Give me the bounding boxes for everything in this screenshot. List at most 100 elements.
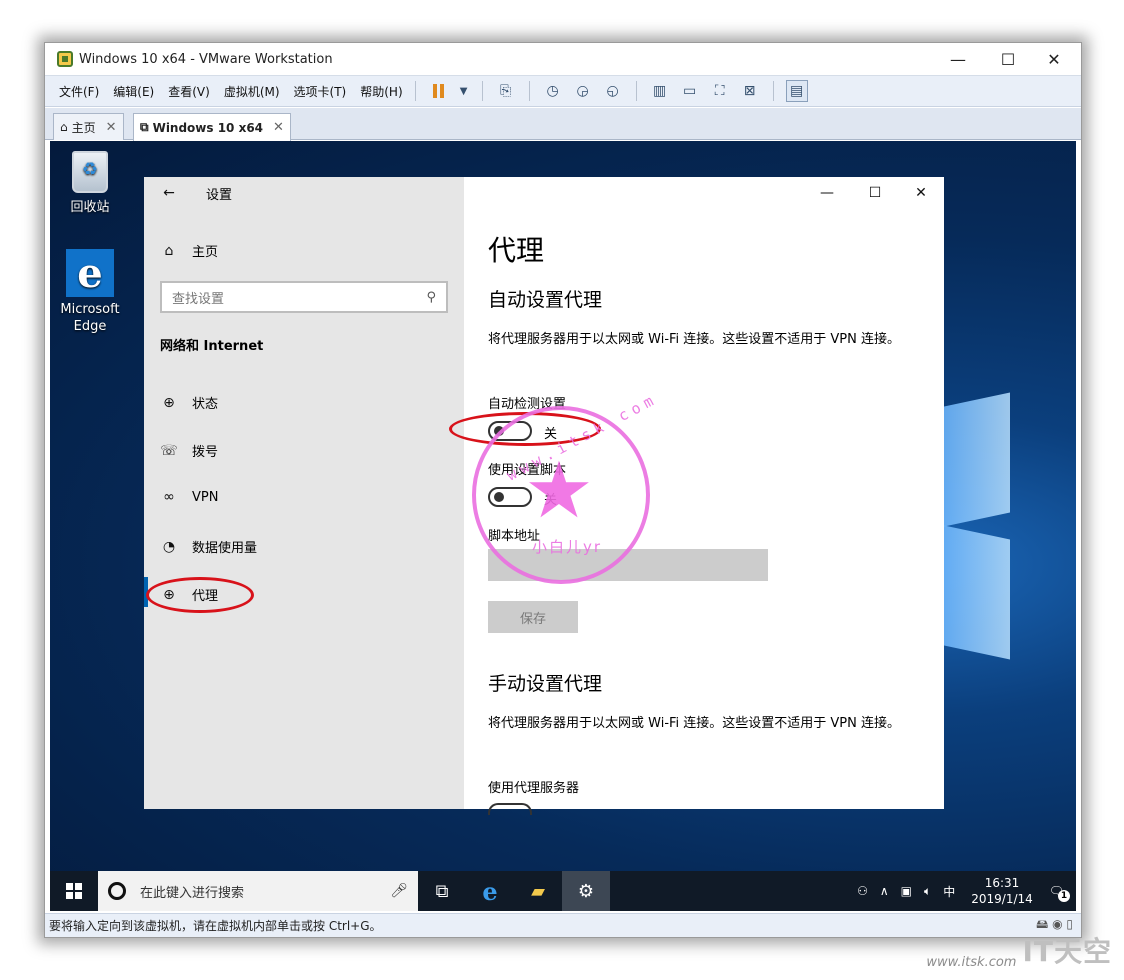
start-button[interactable] [50, 871, 98, 911]
nav-home[interactable]: ⌂ 主页 [160, 241, 219, 261]
pause-icon[interactable] [428, 80, 450, 102]
microphone-icon[interactable]: 🎤︎ [390, 883, 408, 899]
home-icon: ⌂ [164, 242, 174, 259]
snapshot-revert-icon[interactable]: ◶ [572, 80, 594, 102]
selection-indicator [144, 577, 148, 607]
people-icon[interactable]: ⚇ [857, 884, 868, 898]
script-address-label: 脚本地址 [488, 529, 541, 544]
auto-proxy-description: 将代理服务器用于以太网或 Wi-Fi 连接。这些设置不适用于 VPN 连接。 [488, 332, 901, 347]
tab-windows10[interactable]: ⧉ Windows 10 x64 ✕ [133, 113, 291, 141]
section-heading: 网络和 Internet [160, 339, 264, 354]
menu-file[interactable]: 文件(F) [59, 83, 99, 100]
use-script-state: 关 [544, 493, 558, 508]
vm-display[interactable]: 回收站 e Microsoft Edge ← 设置 ⌂ 主页 查找设置 ⚲ [50, 141, 1076, 911]
menu-tabs[interactable]: 选项卡(T) [294, 83, 347, 100]
nav-status[interactable]: ⊕ 状态 [160, 393, 218, 413]
tab-home-close-icon[interactable]: ✕ [106, 120, 117, 135]
toolbar-separator [772, 81, 774, 101]
watermark-brand: IT天空 [1022, 935, 1112, 968]
auto-detect-state: 关 [544, 427, 558, 442]
menu-edit[interactable]: 编辑(E) [113, 83, 154, 100]
nav-dialup-label: 拨号 [192, 445, 219, 460]
menu-view[interactable]: 查看(V) [168, 83, 210, 100]
search-placeholder: 查找设置 [172, 291, 225, 307]
clock-date: 2019/1/14 [971, 892, 1033, 906]
volume-icon[interactable]: 🔈︎ [924, 884, 931, 899]
unity-icon[interactable]: ⊠ [739, 80, 761, 102]
manual-proxy-header: 手动设置代理 [488, 673, 603, 695]
use-proxy-toggle[interactable] [488, 803, 532, 815]
toggle-knob [494, 492, 504, 502]
settings-minimize-button[interactable]: — [804, 177, 850, 209]
action-center-icon[interactable]: 🗨︎ 1 [1049, 884, 1070, 902]
ime-indicator[interactable]: 中 [943, 883, 955, 900]
vmware-app-icon [57, 51, 73, 67]
library-view-icon[interactable]: ▥ [649, 80, 671, 102]
use-proxy-label: 使用代理服务器 [488, 781, 580, 796]
recycle-bin-image [72, 151, 108, 193]
window-title: Windows 10 x64 - VMware Workstation [79, 51, 333, 67]
auto-proxy-header: 自动设置代理 [488, 289, 603, 311]
nav-proxy-label: 代理 [192, 589, 219, 604]
nav-vpn[interactable]: ∞ VPN [160, 489, 218, 505]
maximize-button[interactable]: ☐ [985, 43, 1031, 75]
nav-data-usage-label: 数据使用量 [192, 541, 258, 556]
edge-shortcut-icon[interactable]: e Microsoft Edge [50, 249, 130, 335]
snapshot-take-icon[interactable]: ◷ [542, 80, 564, 102]
toolbar-separator [414, 81, 416, 101]
settings-close-button[interactable]: ✕ [898, 177, 944, 209]
toolbar-separator [481, 81, 483, 101]
file-explorer-icon[interactable]: ▰ [514, 871, 562, 911]
taskbar-search-placeholder: 在此键入进行搜索 [140, 885, 245, 901]
clock[interactable]: 16:31 2019/1/14 [971, 875, 1033, 907]
use-script-toggle[interactable] [488, 487, 532, 507]
windows-logo-wallpaper [930, 381, 1076, 681]
tray-overflow-chevron-icon[interactable]: ∧ [880, 884, 889, 898]
tab-windows10-close-icon[interactable]: ✕ [273, 120, 284, 135]
vm-icon: ⧉ [140, 120, 149, 134]
windows-start-icon [66, 883, 82, 899]
settings-search-input[interactable]: 查找设置 ⚲ [160, 281, 448, 313]
settings-maximize-button[interactable]: ☐ [852, 177, 898, 209]
tab-home[interactable]: ⌂ 主页 ✕ [53, 113, 124, 140]
settings-title: 设置 [206, 187, 233, 203]
nav-vpn-label: VPN [192, 489, 219, 505]
settings-taskbar-icon[interactable]: ⚙ [562, 871, 610, 911]
network-icon[interactable]: ▣ [901, 884, 912, 898]
taskbar: 在此键入进行搜索 🎤︎ ⧉ e ▰ ⚙ ⚇ ∧ ▣ 🔈︎ 中 16:31 201… [50, 871, 1076, 911]
system-tray: ⚇ ∧ ▣ 🔈︎ 中 16:31 2019/1/14 🗨︎ 1 [851, 871, 1076, 911]
nav-home-label: 主页 [192, 245, 219, 260]
send-ctrl-alt-del-icon[interactable]: ⎘ [495, 80, 517, 102]
edge-logo-icon: e [66, 249, 114, 297]
save-button[interactable]: 保存 [488, 601, 578, 633]
minimize-button[interactable]: — [935, 43, 981, 75]
recycle-bin-icon[interactable]: 回收站 [50, 151, 130, 216]
home-icon: ⌂ [60, 120, 68, 134]
back-button[interactable]: ← 设置 [160, 185, 233, 203]
globe-icon: ⊕ [163, 586, 175, 603]
task-view-icon[interactable]: ⧉ [418, 871, 466, 911]
watermark-url: www.itsk.com [926, 955, 1017, 970]
settings-window: ← 设置 ⌂ 主页 查找设置 ⚲ 网络和 Internet ⊕ 状态 ☏ 拨号 … [144, 177, 944, 815]
nav-proxy[interactable]: ⊕ 代理 [160, 585, 219, 605]
snapshot-manager-icon[interactable]: ◵ [602, 80, 624, 102]
vmware-window: Windows 10 x64 - VMware Workstation — ☐ … [44, 42, 1082, 938]
close-button[interactable]: ✕ [1031, 43, 1077, 75]
nav-dialup[interactable]: ☏ 拨号 [160, 441, 219, 461]
nav-data-usage[interactable]: ◔ 数据使用量 [160, 537, 258, 557]
script-address-input[interactable] [488, 549, 768, 581]
manual-proxy-description: 将代理服务器用于以太网或 Wi-Fi 连接。这些设置不适用于 VPN 连接。 [488, 716, 901, 731]
console-view-icon[interactable]: ▤ [785, 80, 808, 102]
recycle-bin-label: 回收站 [70, 200, 110, 215]
dialup-icon: ☏ [160, 442, 178, 459]
fullscreen-icon[interactable]: ⛶ [709, 80, 731, 102]
taskbar-search-box[interactable]: 在此键入进行搜索 🎤︎ [98, 871, 418, 911]
menu-vm[interactable]: 虚拟机(M) [224, 83, 280, 100]
auto-detect-toggle[interactable] [488, 421, 532, 441]
thumbnail-view-icon[interactable]: ▭ [679, 80, 701, 102]
dropdown-arrow-icon[interactable]: ▼ [458, 80, 470, 102]
search-icon: ⚲ [426, 289, 436, 305]
menu-help[interactable]: 帮助(H) [360, 83, 402, 100]
edge-taskbar-icon[interactable]: e [466, 871, 514, 911]
site-watermark: www.itsk.com IT天空 [926, 930, 1112, 970]
